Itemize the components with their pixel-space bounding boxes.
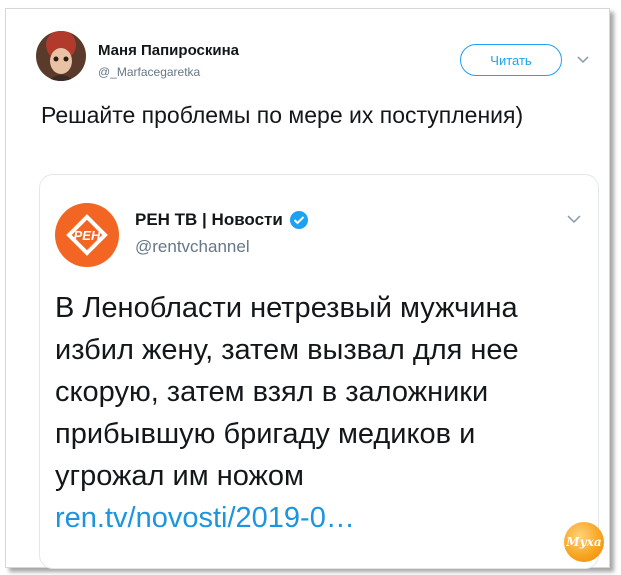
chevron-down-icon[interactable]	[566, 211, 582, 227]
quoted-author-name[interactable]: РЕН ТВ | Новости	[135, 210, 309, 230]
quoted-tweet-text: В Ленобласти нетрезвый мужчина избил жен…	[55, 287, 555, 539]
follow-button[interactable]: Читать	[460, 44, 562, 76]
avatar-image	[36, 31, 86, 81]
watermark-text: Муха	[566, 535, 602, 549]
quoted-text-body: В Ленобласти нетрезвый мужчина избил жен…	[55, 292, 519, 492]
tweet-frame: Маня Папироскина @_Marfacegaretka Читать…	[5, 8, 610, 569]
author-handle[interactable]: @_Marfacegaretka	[98, 65, 200, 79]
chevron-down-icon[interactable]	[575, 52, 591, 68]
quoted-author-handle[interactable]: @rentvchannel	[135, 237, 250, 257]
logo-text: РЕН	[73, 228, 101, 243]
quoted-link[interactable]: ren.tv/novosti/2019-0…	[55, 502, 355, 534]
verified-badge-icon	[289, 210, 309, 230]
quoted-tweet-card[interactable]: РЕН РЕН ТВ | Новости @rentvchannel В Лен…	[39, 174, 599, 569]
watermark-logo: Муха	[564, 522, 604, 562]
tweet-text: Решайте проблемы по мере их поступления)	[41, 102, 524, 128]
channel-logo[interactable]: РЕН	[55, 203, 119, 267]
author-name[interactable]: Маня Папироскина	[98, 42, 239, 59]
author-avatar[interactable]	[36, 31, 86, 81]
quoted-author-name-text: РЕН ТВ | Новости	[135, 210, 283, 229]
